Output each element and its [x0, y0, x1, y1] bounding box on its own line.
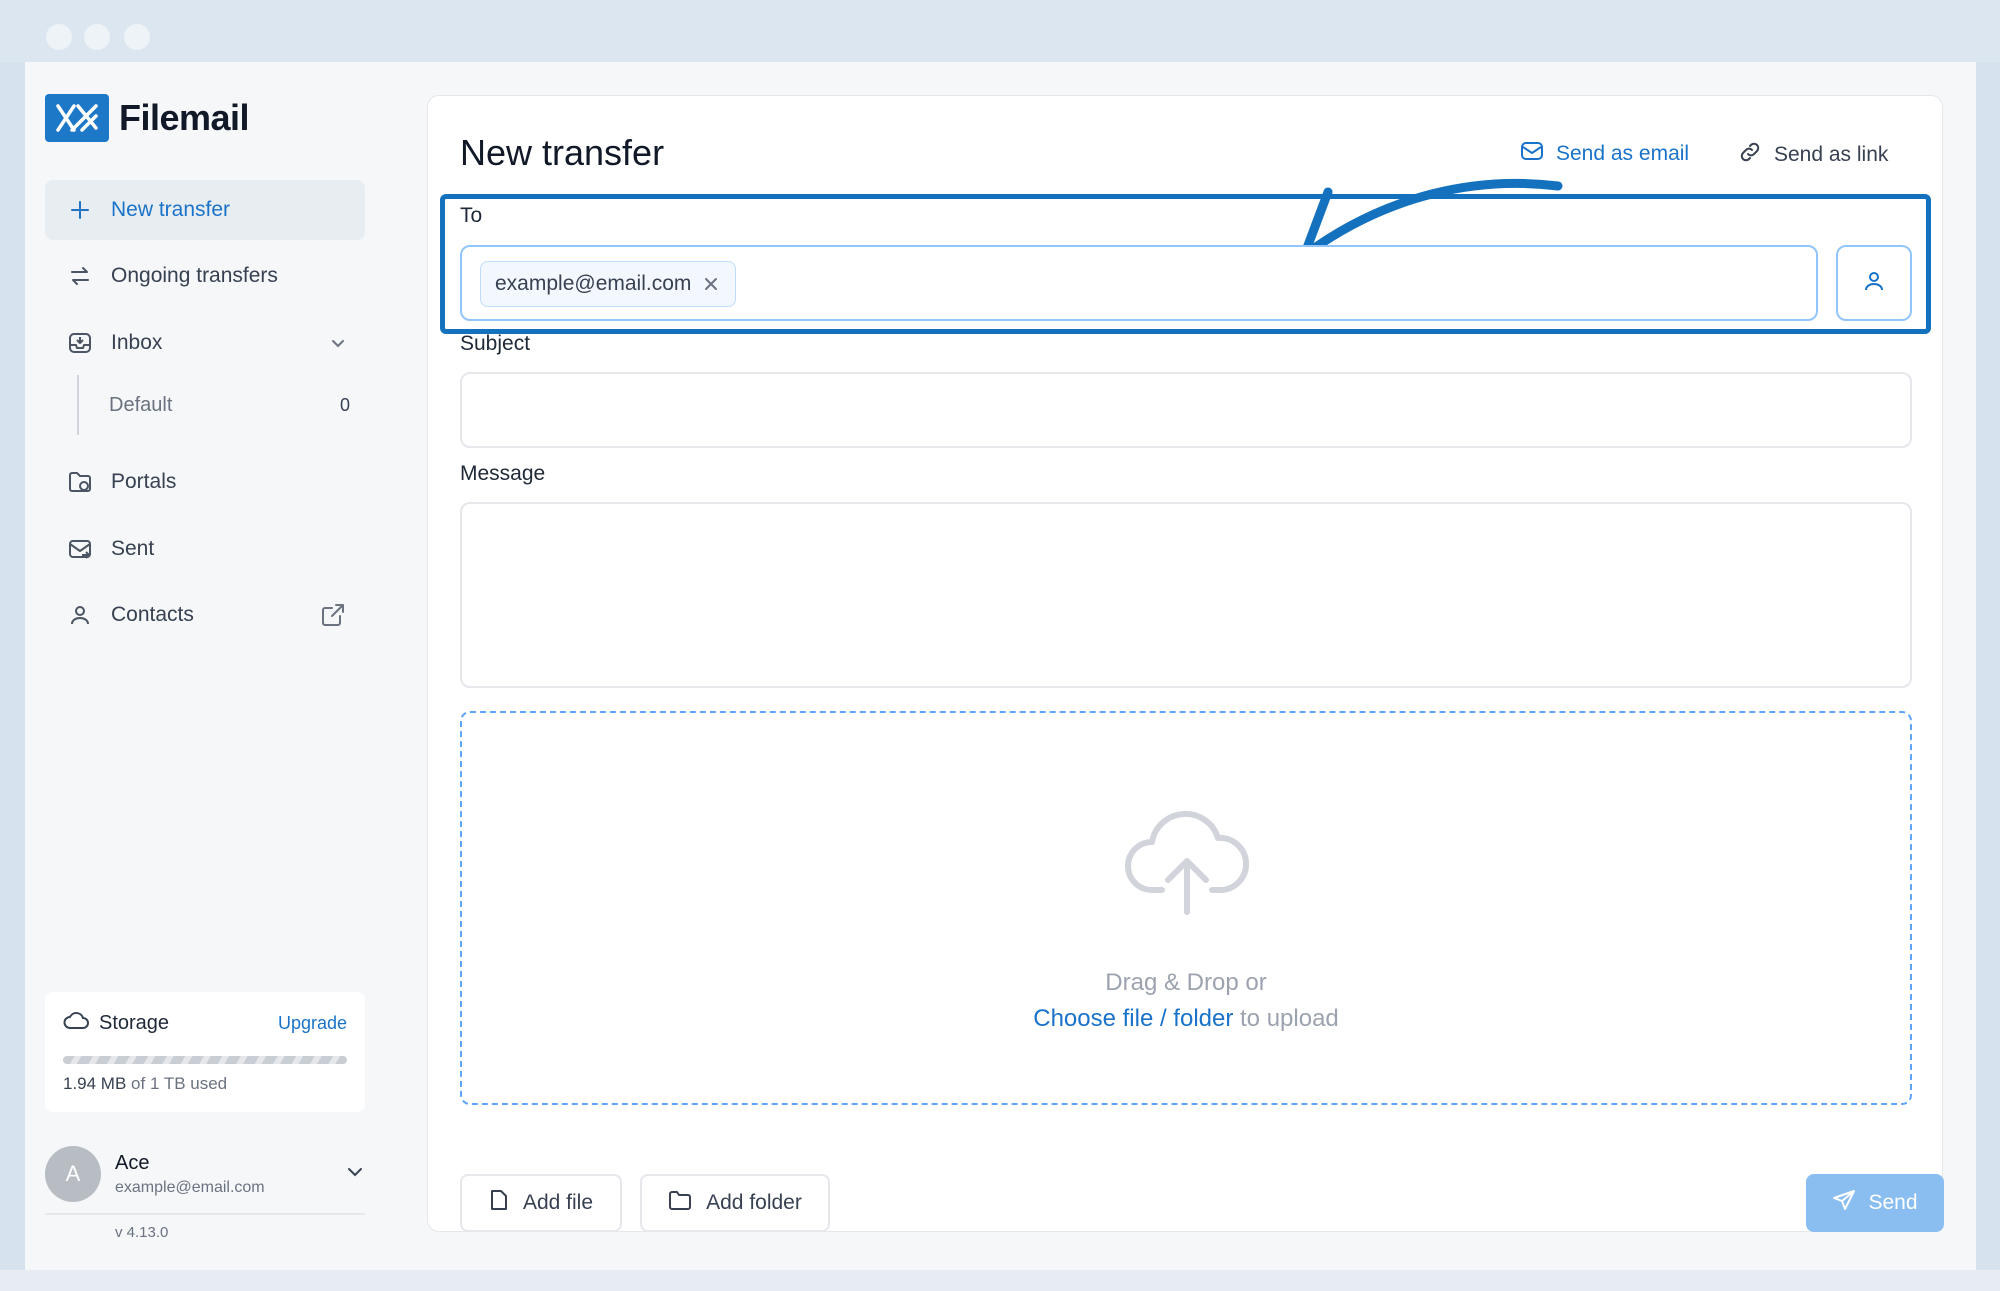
add-folder-button[interactable]: Add folder: [640, 1174, 830, 1232]
storage-used: 1.94 MB: [63, 1074, 127, 1093]
window-title-bar: [0, 0, 2000, 62]
send-plane-icon: [1832, 1189, 1856, 1217]
sidebar-item-sent[interactable]: Sent: [45, 519, 365, 579]
window-dot: [46, 24, 72, 50]
new-transfer-panel: New transfer Send as email Send as link …: [427, 95, 1944, 1232]
folder-count: 0: [339, 394, 350, 415]
dropzone-suffix: to upload: [1233, 1005, 1339, 1032]
plus-icon: [67, 197, 93, 223]
message-label: Message: [460, 462, 546, 485]
user-icon: [67, 602, 93, 628]
upgrade-link[interactable]: Upgrade: [278, 1013, 347, 1034]
dropzone-hint: Drag & Drop or: [1105, 969, 1267, 996]
send-as-email-tab[interactable]: Send as email: [1520, 140, 1689, 168]
sidebar-item-ongoing-transfers[interactable]: Ongoing transfers: [45, 246, 365, 306]
folder-label: Default: [109, 393, 173, 416]
sidebar: Filemail New transfer Ongoing transfers …: [25, 62, 405, 1270]
storage-title: Storage: [99, 1011, 170, 1034]
close-icon[interactable]: [703, 276, 719, 292]
user-menu[interactable]: A Ace example@email.com: [45, 1135, 365, 1215]
contacts-picker-button[interactable]: [1836, 245, 1912, 321]
portal-icon: [67, 469, 93, 495]
sidebar-item-label: Portals: [111, 470, 177, 493]
sidebar-item-label: Ongoing transfers: [111, 264, 278, 287]
sidebar-item-label: Sent: [111, 537, 155, 560]
window-dot: [84, 24, 110, 50]
page-title: New transfer: [460, 132, 665, 173]
send-button[interactable]: Send: [1806, 1174, 1944, 1232]
chevron-down-icon[interactable]: [345, 1162, 365, 1187]
sent-mail-icon: [67, 536, 93, 562]
app-version: v 4.13.0: [115, 1224, 169, 1241]
filemail-logo[interactable]: Filemail: [45, 94, 250, 142]
sidebar-item-label: New transfer: [111, 198, 231, 221]
window-dot: [124, 24, 150, 50]
send-as-link-tab[interactable]: Send as link: [1738, 140, 1888, 170]
subject-label: Subject: [460, 332, 531, 355]
send-as-email-label: Send as email: [1556, 142, 1690, 165]
inbox-default-folder[interactable]: Default 0: [77, 375, 365, 435]
app-window: Filemail New transfer Ongoing transfers …: [25, 62, 1976, 1270]
window-bottom-edge: [0, 1270, 2000, 1291]
user-icon: [1862, 269, 1886, 298]
file-icon: [489, 1188, 509, 1218]
storage-usage-bar: [63, 1056, 347, 1064]
recipient-email: example@email.com: [495, 272, 692, 295]
transfer-arrows-icon: [67, 263, 93, 289]
add-folder-label: Add folder: [706, 1191, 802, 1214]
external-link-icon[interactable]: [319, 601, 347, 629]
message-textarea[interactable]: [460, 502, 1912, 688]
sidebar-item-label: Inbox: [111, 331, 163, 354]
recipient-chip[interactable]: example@email.com: [480, 261, 737, 307]
cloud-upload-icon: [1122, 808, 1252, 923]
recipient-input[interactable]: example@email.com: [460, 245, 1818, 321]
avatar: A: [45, 1146, 101, 1202]
filemail-logo-icon: [45, 94, 109, 142]
add-file-button[interactable]: Add file: [460, 1174, 622, 1232]
link-icon: [1738, 140, 1762, 170]
storage-card: Storage Upgrade 1.94 MB of 1 TB used: [45, 992, 365, 1112]
chevron-down-icon[interactable]: [329, 334, 347, 352]
choose-file-folder-link[interactable]: Choose file / folder: [1033, 1005, 1233, 1032]
cloud-icon: [63, 1010, 89, 1036]
user-email: example@email.com: [115, 1178, 265, 1196]
to-label: To: [460, 204, 483, 227]
logo-text: Filemail: [119, 97, 250, 138]
sidebar-item-portals[interactable]: Portals: [45, 452, 365, 512]
sidebar-item-inbox[interactable]: Inbox: [45, 313, 365, 373]
storage-total: of 1 TB used: [131, 1074, 228, 1093]
inbox-icon: [67, 330, 93, 356]
add-file-label: Add file: [522, 1191, 594, 1214]
subject-input[interactable]: [460, 372, 1912, 448]
user-name: Ace: [115, 1151, 150, 1174]
sidebar-item-label: Contacts: [111, 603, 194, 626]
send-label: Send: [1868, 1191, 1918, 1214]
file-dropzone[interactable]: Drag & Drop or Choose file / folder to u…: [460, 711, 1912, 1105]
folder-icon: [668, 1189, 692, 1217]
send-as-link-label: Send as link: [1774, 143, 1889, 166]
sidebar-item-contacts[interactable]: Contacts: [45, 585, 365, 645]
mail-icon: [1520, 140, 1544, 168]
sidebar-item-new-transfer[interactable]: New transfer: [45, 180, 365, 240]
